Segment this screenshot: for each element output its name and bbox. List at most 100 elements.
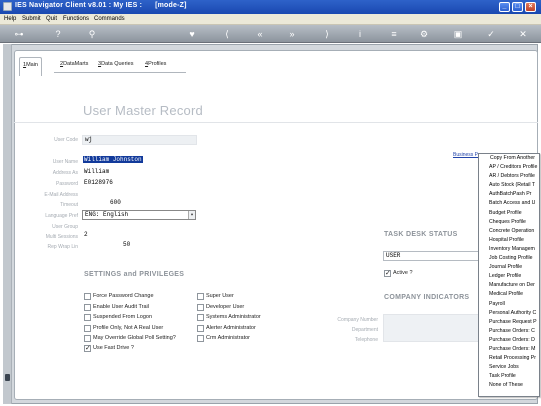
business-profile-link[interactable]: Business Pr xyxy=(453,152,480,158)
dropdown-item[interactable]: Payroll xyxy=(479,300,539,309)
multi-sessions-field[interactable]: 2 xyxy=(84,231,88,238)
super-user-checkbox[interactable] xyxy=(197,293,204,300)
task-active-checkbox[interactable] xyxy=(384,269,391,277)
systems-admin-label: Systems Administrator xyxy=(206,314,261,320)
dropdown-item[interactable]: Medical Profile xyxy=(479,290,539,299)
fast-drive-label: Use Fast Drive ? xyxy=(93,345,134,351)
address-as-field[interactable]: William xyxy=(84,168,109,175)
dropdown-item[interactable]: AR / Debtors Profile xyxy=(479,172,539,181)
language-label: Language Pref xyxy=(45,213,78,219)
task-active-label: Active ? xyxy=(393,270,413,276)
email-field[interactable] xyxy=(82,190,197,200)
close-button[interactable]: × xyxy=(525,2,536,12)
dropdown-item[interactable]: Job Costing Profile xyxy=(479,254,539,263)
rep-wrap-label: Rep Wrap Lin xyxy=(47,244,78,250)
dropdown-item[interactable]: Hospital Profile xyxy=(479,236,539,245)
language-select[interactable]: ENG: English ▾ xyxy=(82,210,196,220)
key-icon[interactable]: ⊶ xyxy=(8,28,30,40)
alerter-admin-checkbox[interactable] xyxy=(197,325,204,332)
dropdown-item[interactable]: Ledger Profile xyxy=(479,272,539,281)
dropdown-item[interactable]: Cheques Profile xyxy=(479,218,539,227)
config-icon[interactable]: ⚙ xyxy=(418,28,430,40)
tab-data-queries[interactable]: 3Data Queries xyxy=(98,61,133,67)
address-as-label: Address As xyxy=(52,170,78,176)
fast-drive-checkbox[interactable] xyxy=(84,344,91,352)
left-strip xyxy=(3,44,12,404)
save-icon[interactable]: ▣ xyxy=(452,28,464,40)
email-label: E-Mail Address xyxy=(44,192,78,198)
user-name-value: William Johnston xyxy=(83,156,143,163)
dropdown-item[interactable]: Auto Stock (Retail T xyxy=(479,181,539,190)
user-code-field[interactable]: wj xyxy=(82,135,197,145)
user-group-label: User Group xyxy=(52,224,78,230)
minimize-button[interactable]: _ xyxy=(499,2,510,12)
tab-datamarts[interactable]: 2DataMarts xyxy=(60,61,88,67)
dropdown-item[interactable]: Personal Authority C xyxy=(479,309,539,318)
menu-functions[interactable]: Functions xyxy=(63,16,89,22)
prev-icon[interactable]: « xyxy=(254,28,266,40)
tab-main[interactable]: 1Main xyxy=(19,57,42,76)
task-desk-field[interactable]: USER xyxy=(383,251,479,261)
dropdown-item[interactable]: AP / Creditors Profile xyxy=(479,163,539,172)
tick-icon[interactable]: ✓ xyxy=(485,28,497,40)
dropdown-item[interactable]: Retail Processing Pr xyxy=(479,354,539,363)
info-icon[interactable]: i xyxy=(354,28,366,40)
heart-icon[interactable]: ♥ xyxy=(186,28,198,40)
password-field[interactable]: E0128976 xyxy=(84,179,113,186)
tab-underline xyxy=(54,72,186,73)
force-password-checkbox[interactable] xyxy=(84,293,91,300)
dropdown-item[interactable]: Purchase Orders: M xyxy=(479,345,539,354)
maximize-button[interactable]: □ xyxy=(512,2,523,12)
tab-datamarts-label: DataMarts xyxy=(63,61,89,67)
dropdown-item[interactable]: Journal Profile xyxy=(479,263,539,272)
dropdown-item[interactable]: Purchase Request P xyxy=(479,318,539,327)
telephone-label: Telephone xyxy=(354,337,378,343)
next-icon[interactable]: » xyxy=(286,28,298,40)
rep-wrap-field[interactable]: 50 xyxy=(123,241,130,248)
dropdown-item[interactable]: AuthBatchPash Pr xyxy=(479,190,539,199)
developer-user-checkbox[interactable] xyxy=(197,304,204,311)
dropdown-item[interactable]: Manufacture on Der xyxy=(479,281,539,290)
crm-admin-checkbox[interactable] xyxy=(197,335,204,342)
last-icon[interactable]: ⟩ xyxy=(321,28,333,40)
systems-admin-checkbox[interactable] xyxy=(197,314,204,321)
timeout-field[interactable]: 600 xyxy=(110,199,121,206)
first-icon[interactable]: ⟨ xyxy=(221,28,233,40)
dropdown-item[interactable]: None of These xyxy=(479,381,539,390)
user-code-label: User Code xyxy=(54,137,78,143)
help-icon[interactable]: ? xyxy=(52,28,64,40)
strip-file-icon[interactable] xyxy=(5,374,10,381)
dropdown-item[interactable]: Service Jobs xyxy=(479,363,539,372)
dropdown-item[interactable]: Purchase Orders: C xyxy=(479,327,539,336)
dropdown-item[interactable]: Purchase Orders: D xyxy=(479,336,539,345)
menu-bar: Help Submit Quit Functions Commands xyxy=(0,14,541,25)
menu-quit[interactable]: Quit xyxy=(46,16,57,22)
company-indicators-title: COMPANY INDICATORS xyxy=(384,294,470,301)
dropdown-item[interactable]: Concrete Operation xyxy=(479,227,539,236)
toolbar-close-icon[interactable]: ✕ xyxy=(517,28,529,40)
audit-trail-checkbox[interactable] xyxy=(84,304,91,311)
dropdown-item[interactable]: Batch Access and U xyxy=(479,199,539,208)
user-group-field[interactable] xyxy=(82,222,197,232)
list-icon[interactable]: ≡ xyxy=(388,28,400,40)
settings-title: SETTINGS and PRIVILEGES xyxy=(84,271,185,278)
dropdown-item[interactable]: Budget Profile xyxy=(479,209,539,218)
user-name-label: User Name xyxy=(52,159,78,165)
search-icon[interactable]: ⚲ xyxy=(86,28,98,40)
dropdown-item[interactable]: Inventory Managem xyxy=(479,245,539,254)
dropdown-item[interactable]: Task Profile xyxy=(479,372,539,381)
suspended-checkbox[interactable] xyxy=(84,314,91,321)
tab-main-label: Main xyxy=(26,62,38,68)
profile-only-label: Profile Only, Not A Real User xyxy=(93,325,164,331)
chevron-down-icon[interactable]: ▾ xyxy=(188,211,195,219)
menu-submit[interactable]: Submit xyxy=(22,16,41,22)
menu-help[interactable]: Help xyxy=(4,16,16,22)
tab-profiles[interactable]: 4Profiles xyxy=(145,61,166,67)
dropdown-item[interactable]: Copy From Another xyxy=(479,154,539,163)
page-title: User Master Record xyxy=(83,103,203,118)
override-poll-label: May Override Global Poll Setting? xyxy=(93,335,176,341)
menu-commands[interactable]: Commands xyxy=(94,16,125,22)
override-poll-checkbox[interactable] xyxy=(84,335,91,342)
profile-only-checkbox[interactable] xyxy=(84,325,91,332)
user-name-field[interactable]: William Johnston xyxy=(83,156,143,163)
